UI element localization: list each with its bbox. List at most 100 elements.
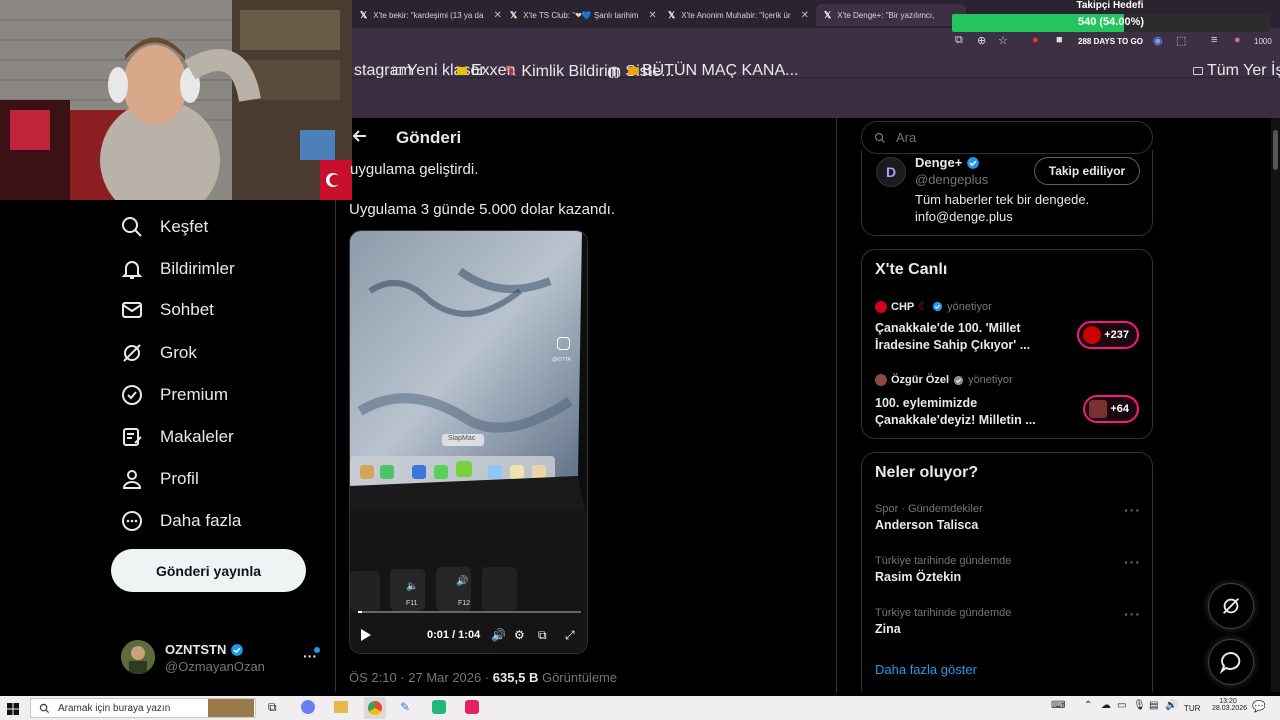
fullscreen-icon[interactable]: ⤢: [565, 628, 575, 643]
trend-item[interactable]: Türkiye tarihinde gündemde Rasim Öztekin: [875, 555, 1011, 584]
chevron-up-icon[interactable]: ⌃: [1084, 700, 1092, 711]
translate-icon[interactable]: ⧉: [955, 34, 963, 47]
more-dots-icon[interactable]: ···: [1124, 554, 1141, 570]
app-icon[interactable]: [432, 700, 446, 714]
video-watermark: @KITTA: [552, 357, 571, 363]
trend-name: Rasim Öztekin: [875, 570, 962, 584]
display-name: OZNTSTN: [165, 642, 244, 657]
divider: [836, 118, 837, 692]
microphone-icon[interactable]: 🎙: [1133, 700, 1146, 711]
exxen-icon: [457, 67, 467, 75]
nav-grok[interactable]: Grok: [120, 333, 197, 373]
profile-icon[interactable]: ●: [1234, 34, 1241, 46]
app-icon[interactable]: ✎: [400, 700, 410, 714]
grok-fab-button[interactable]: [1208, 583, 1254, 629]
browser-tab-4-active[interactable]: 𝕏 X'te Denge+: "Bir yazılımcı,: [816, 4, 966, 26]
flag-icon: ☾: [918, 301, 929, 313]
trend-name: Anderson Talisca: [875, 518, 979, 532]
chrome-icon[interactable]: [368, 701, 382, 715]
tray-icon[interactable]: ▭: [1117, 700, 1126, 711]
extension-icon[interactable]: ◉: [1153, 34, 1163, 47]
clock[interactable]: 13:20 28.03.2026: [1212, 698, 1247, 712]
show-more-link[interactable]: Daha fazla göster: [875, 662, 977, 677]
trend-item[interactable]: Spor · Gündemdekiler Anderson Talisca: [875, 503, 983, 532]
nav-explore[interactable]: Keşfet: [120, 207, 208, 247]
live-join-pill[interactable]: +64: [1083, 395, 1139, 423]
video-player[interactable]: SlapMac @KITTA F11 F12 🔈 🔊 0:01 / 1:04 🔊…: [349, 230, 588, 654]
denge-email[interactable]: info@denge.plus: [915, 209, 1013, 224]
browser-tab-3[interactable]: 𝕏 X'te Anonim Muhabir: "İçerik ür ✕: [660, 4, 816, 26]
notification-icon[interactable]: 💬: [1252, 700, 1266, 713]
more-dots-icon[interactable]: ···: [1124, 606, 1141, 622]
live-item-title[interactable]: 100. eylemimizde Çanakkale'deyiz! Millet…: [875, 395, 1036, 429]
tab-label: X'te Denge+: "Bir yazılımcı,: [837, 10, 935, 20]
copilot-icon[interactable]: [301, 700, 315, 714]
post-meta: ÖS 2:10 · 27 Mar 2026 · 635,5 B Görüntül…: [349, 670, 617, 685]
x-logo-icon: 𝕏: [510, 9, 518, 20]
denge-handle: @dengeplus: [915, 172, 989, 187]
key-label: F12: [458, 600, 471, 607]
tab-label: X'te bekir: "kardeşimi (13 ya da: [373, 10, 484, 20]
windows-start-icon[interactable]: [7, 702, 19, 720]
search-input[interactable]: Ara: [861, 121, 1153, 154]
folder-icon: [393, 67, 403, 75]
nav-label: Profil: [160, 469, 199, 488]
task-view-icon[interactable]: ⧉: [268, 700, 277, 715]
messages-fab-button[interactable]: [1208, 639, 1254, 685]
post-time: ÖS 2:10 · 27 Mar 2026 ·: [349, 670, 493, 685]
nav-premium[interactable]: Premium: [120, 375, 228, 415]
extension-icon[interactable]: ■: [1056, 34, 1063, 46]
zoom-icon[interactable]: ⊕: [977, 34, 986, 47]
pip-icon[interactable]: ⧉: [538, 628, 547, 643]
extensions-icon[interactable]: ⬚: [1176, 34, 1186, 47]
reading-list-icon[interactable]: ≡: [1211, 34, 1217, 46]
denge-name[interactable]: Denge+: [915, 155, 980, 170]
denge-bio: Tüm haberler tek bir dengede.: [915, 192, 1090, 207]
webcam-image: [0, 0, 352, 200]
mail-icon: [122, 302, 142, 318]
live-text-line: Çanakkale'deyiz! Milletin ...: [875, 413, 1036, 427]
close-tab-icon[interactable]: ✕: [801, 10, 809, 21]
trend-item[interactable]: Türkiye tarihinde gündemde Zina: [875, 607, 1011, 636]
toolbar-count: 1000: [1254, 37, 1272, 46]
star-icon[interactable]: ☆: [998, 34, 1008, 47]
browser-tab-2[interactable]: 𝕏 X'te TS Club: "❤💙 Şanlı tarihim ✕: [502, 4, 660, 26]
search-highlight-image: [208, 699, 254, 717]
app-icon[interactable]: [465, 700, 479, 714]
extension-icon[interactable]: ●: [1032, 34, 1039, 46]
tray-icon[interactable]: ⌨: [1051, 700, 1065, 711]
post-button[interactable]: Gönderi yayınla: [111, 549, 306, 592]
nav-profile[interactable]: Profil: [120, 459, 199, 499]
tab-label: X'te Anonim Muhabir: "İçerik ür: [681, 10, 791, 20]
close-tab-icon[interactable]: ✕: [493, 10, 501, 21]
nav-messages[interactable]: Sohbet: [120, 290, 214, 330]
browser-tab-1[interactable]: 𝕏 X'te bekir: "kardeşimi (13 ya da ✕: [352, 4, 502, 26]
language-indicator[interactable]: TUR: [1184, 704, 1200, 713]
close-tab-icon[interactable]: ✕: [648, 10, 656, 21]
scrollbar-thumb[interactable]: [1273, 130, 1278, 170]
live-join-pill[interactable]: +237: [1077, 321, 1139, 349]
volume-icon[interactable]: 🔊: [491, 628, 506, 642]
scrollbar[interactable]: [1271, 118, 1280, 692]
verified-badge-icon: [231, 643, 244, 656]
denge-avatar[interactable]: D: [876, 157, 906, 187]
video-tooltip: SlapMac: [448, 435, 476, 442]
nav-more[interactable]: Daha fazla: [120, 501, 241, 541]
live-item-title[interactable]: Çanakkale'de 100. 'Millet İradesine Sahi…: [875, 320, 1030, 354]
countdown-extension[interactable]: 288 DAYS TO GO: [1078, 37, 1143, 46]
file-explorer-icon[interactable]: [334, 701, 348, 713]
back-arrow-icon[interactable]: [352, 128, 368, 148]
volume-icon[interactable]: 🔊: [1165, 700, 1177, 711]
play-icon[interactable]: [360, 628, 372, 647]
nav-articles[interactable]: Makaleler: [120, 417, 234, 457]
network-icon[interactable]: ▤: [1149, 700, 1158, 711]
search-placeholder: Ara: [896, 130, 917, 145]
account-switcher[interactable]: OZNTSTN @OzmayanOzan ···: [121, 640, 321, 680]
more-dots-icon[interactable]: ···: [1124, 502, 1141, 518]
following-button[interactable]: Takip ediliyor: [1034, 157, 1140, 185]
view-label: Görüntüleme: [538, 670, 618, 685]
tray-icon[interactable]: ☁: [1101, 700, 1111, 711]
settings-icon[interactable]: ⚙: [514, 628, 525, 642]
tweet-text-line: Uygulama 3 günde 5.000 dolar kazandı.: [349, 201, 616, 218]
nav-notifications[interactable]: Bildirimler: [120, 249, 235, 289]
